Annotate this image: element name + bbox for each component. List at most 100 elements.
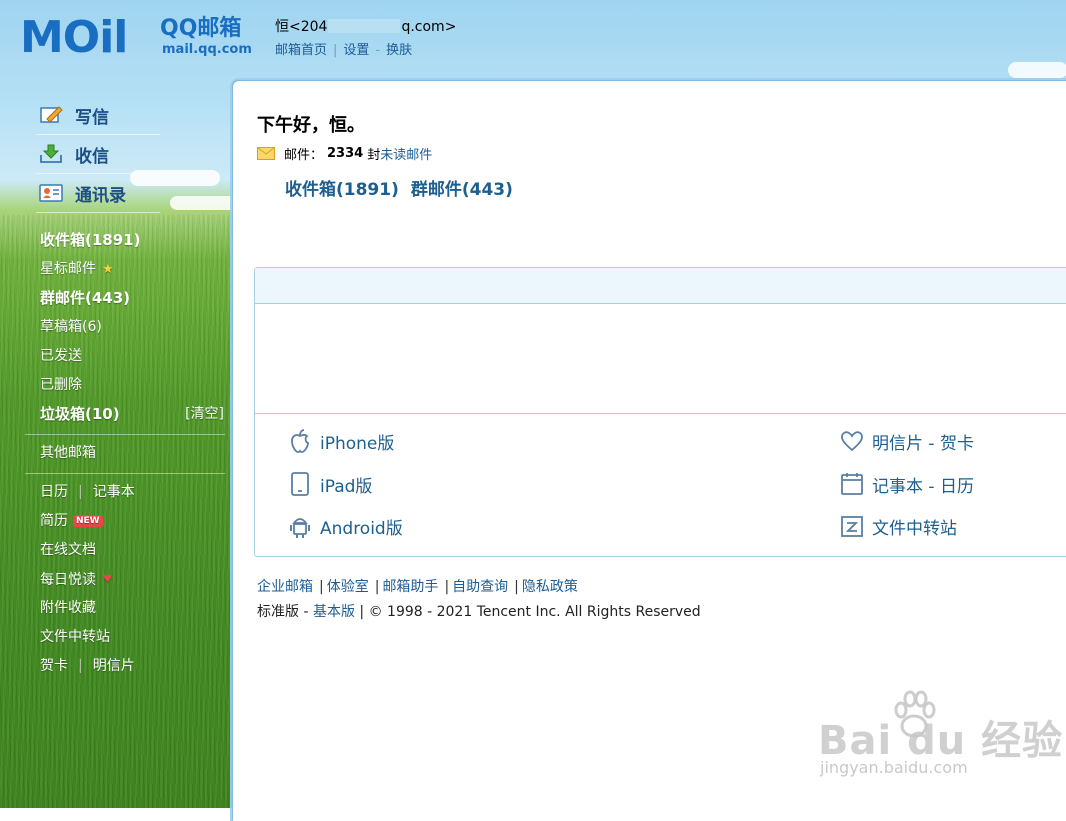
top-links: 邮箱首页 | 设置 - 换肤 — [275, 39, 412, 58]
separator: | — [319, 579, 324, 595]
separator: | — [444, 579, 450, 595]
footer-version: 标准版 - 基本版 | © 1998 - 2021 Tencent Inc. A… — [257, 601, 701, 621]
sidebar-item-other-mailbox[interactable]: 其他邮箱 — [40, 439, 226, 468]
footer-link-self-service[interactable]: 自助查询 — [452, 579, 508, 595]
heart-dot-icon: ♥ — [103, 574, 112, 585]
sidebar-item-daily-read[interactable]: 每日悦读 ♥ — [40, 565, 226, 594]
logo-mail-text: MOil — [20, 12, 128, 63]
separator: | — [78, 658, 83, 674]
notebook-app-link[interactable]: 记事本 - 日历 — [840, 471, 974, 497]
notebook-label: 记事本 - 日历 — [872, 476, 974, 497]
cloud — [1008, 62, 1066, 78]
quick-inbox-link[interactable]: 收件箱(1891) — [285, 180, 399, 200]
quick-group-mail-link[interactable]: 群邮件(443) — [411, 180, 513, 200]
watermark-url: jingyan.baidu.com — [820, 758, 968, 777]
file-transfer-label: 文件中转站 — [872, 518, 957, 539]
user-email-suffix: q.com> — [401, 19, 457, 35]
quick-folder-links: 收件箱(1891) 群邮件(443) — [285, 175, 525, 200]
cloud — [170, 196, 240, 210]
basic-version-link[interactable]: 基本版 — [313, 604, 355, 620]
calendar-icon — [841, 473, 863, 495]
sidebar-item-attachments[interactable]: 附件收藏 — [40, 594, 226, 623]
sidebar-item-postcard[interactable]: 明信片 — [93, 658, 135, 674]
new-badge: NEW — [73, 515, 103, 527]
sidebar-item-spam[interactable]: 垃圾箱(10) [清空] — [40, 400, 226, 429]
separator: | — [78, 484, 83, 500]
ipad-app-link[interactable]: iPad版 — [288, 471, 372, 497]
separator: | — [374, 579, 380, 595]
sidebar-divider — [25, 434, 225, 435]
apple-icon — [291, 429, 309, 453]
sidebar-item-card[interactable]: 贺卡 — [40, 658, 68, 674]
spam-label: 垃圾箱(10) — [40, 405, 120, 423]
receive-button[interactable]: 收信 — [36, 135, 160, 174]
sidebar-item-resume[interactable]: 简历 NEW — [40, 507, 226, 536]
mail-label: 邮件： — [284, 148, 324, 163]
resume-label: 简历 — [40, 513, 68, 529]
redacted-region — [328, 19, 401, 33]
daily-read-label: 每日悦读 — [40, 572, 96, 588]
separator: - — [303, 604, 309, 620]
contacts-label: 通讯录 — [75, 185, 126, 206]
qq-mail-logo[interactable]: MOil QQ邮箱 mail.qq.com — [20, 14, 252, 62]
android-app-link[interactable]: Android版 — [288, 513, 403, 539]
sidebar-item-notebook[interactable]: 记事本 — [93, 484, 135, 500]
separator: | — [514, 579, 519, 595]
baidu-watermark: Bai du 经验 jingyan.baidu.com — [818, 690, 1062, 790]
star-icon: ★ — [102, 262, 114, 277]
separator: - — [375, 43, 381, 58]
android-label: Android版 — [320, 518, 403, 539]
sidebar-item-online-docs[interactable]: 在线文档 — [40, 536, 226, 565]
starred-label: 星标邮件 — [40, 261, 96, 277]
android-icon — [290, 518, 310, 538]
footer-link-lab[interactable]: 体验室 — [327, 579, 369, 595]
sidebar-main-nav: 写信 收信 通讯录 — [36, 96, 160, 213]
skin-link[interactable]: 换肤 — [386, 43, 412, 58]
postcard-app-link[interactable]: 明信片 - 贺卡 — [840, 428, 974, 454]
footer-links: 企业邮箱 | 体验室 | 邮箱助手 | 自助查询 | 隐私政策 — [257, 576, 578, 596]
compose-label: 写信 — [75, 107, 109, 128]
unread-mail-link[interactable]: 未读邮件 — [380, 144, 432, 163]
footer-link-assistant[interactable]: 邮箱助手 — [382, 579, 438, 595]
sidebar-item-starred[interactable]: 星标邮件 ★ — [40, 255, 226, 284]
home-link[interactable]: 邮箱首页 — [275, 43, 327, 58]
iphone-label: iPhone版 — [320, 433, 395, 454]
footer-link-enterprise[interactable]: 企业邮箱 — [257, 579, 313, 595]
sidebar-item-deleted[interactable]: 已删除 — [40, 371, 226, 400]
inbox-download-icon — [40, 144, 62, 163]
contacts-button[interactable]: 通讯录 — [36, 174, 160, 213]
postcard-label: 明信片 - 贺卡 — [872, 433, 974, 454]
standard-version-label: 标准版 — [257, 604, 299, 620]
logo-domain-text: mail.qq.com — [162, 42, 252, 57]
greeting: 下午好，恒。 — [257, 115, 365, 136]
user-account: 恒<204 q.com> — [275, 16, 456, 36]
file-transfer-app-link[interactable]: 文件中转站 — [840, 513, 957, 539]
sidebar-item-inbox[interactable]: 收件箱(1891) — [40, 226, 226, 255]
mail-summary: 邮件： 2334 封 未读邮件 — [257, 144, 432, 163]
heart-icon — [841, 431, 863, 452]
sidebar-item-sent[interactable]: 已发送 — [40, 342, 226, 371]
ipad-label: iPad版 — [320, 476, 373, 497]
sidebar-item-group-mail[interactable]: 群邮件(443) — [40, 284, 226, 313]
user-name-prefix: 恒<204 — [275, 19, 328, 35]
write-icon — [40, 106, 63, 123]
app-box: iPhone版 iPad版 Android版 明信片 - 贺卡 记事本 - 日历… — [254, 267, 1066, 557]
sidebar-item-file-transfer[interactable]: 文件中转站 — [40, 623, 226, 652]
sidebar-item-drafts[interactable]: 草稿箱(6) — [40, 313, 226, 342]
footer-link-privacy[interactable]: 隐私政策 — [522, 579, 578, 595]
sidebar-row-calendar-notebook: 日历 | 记事本 — [40, 478, 226, 507]
app-box-content — [255, 304, 1066, 414]
iphone-app-link[interactable]: iPhone版 — [288, 428, 394, 454]
contacts-icon — [39, 184, 63, 202]
sidebar-row-card-postcard: 贺卡 | 明信片 — [40, 652, 226, 681]
sidebar-divider — [25, 473, 225, 474]
clear-spam-link[interactable]: [清空] — [185, 400, 224, 429]
app-box-header — [255, 268, 1066, 304]
compose-button[interactable]: 写信 — [36, 96, 160, 135]
mail-unit: 封 — [367, 148, 381, 163]
sidebar-item-calendar[interactable]: 日历 — [40, 484, 68, 500]
file-transfer-icon — [841, 516, 863, 537]
receive-label: 收信 — [75, 146, 109, 167]
app-links: iPhone版 iPad版 Android版 明信片 - 贺卡 记事本 - 日历… — [255, 414, 1066, 556]
settings-link[interactable]: 设置 — [343, 43, 369, 58]
